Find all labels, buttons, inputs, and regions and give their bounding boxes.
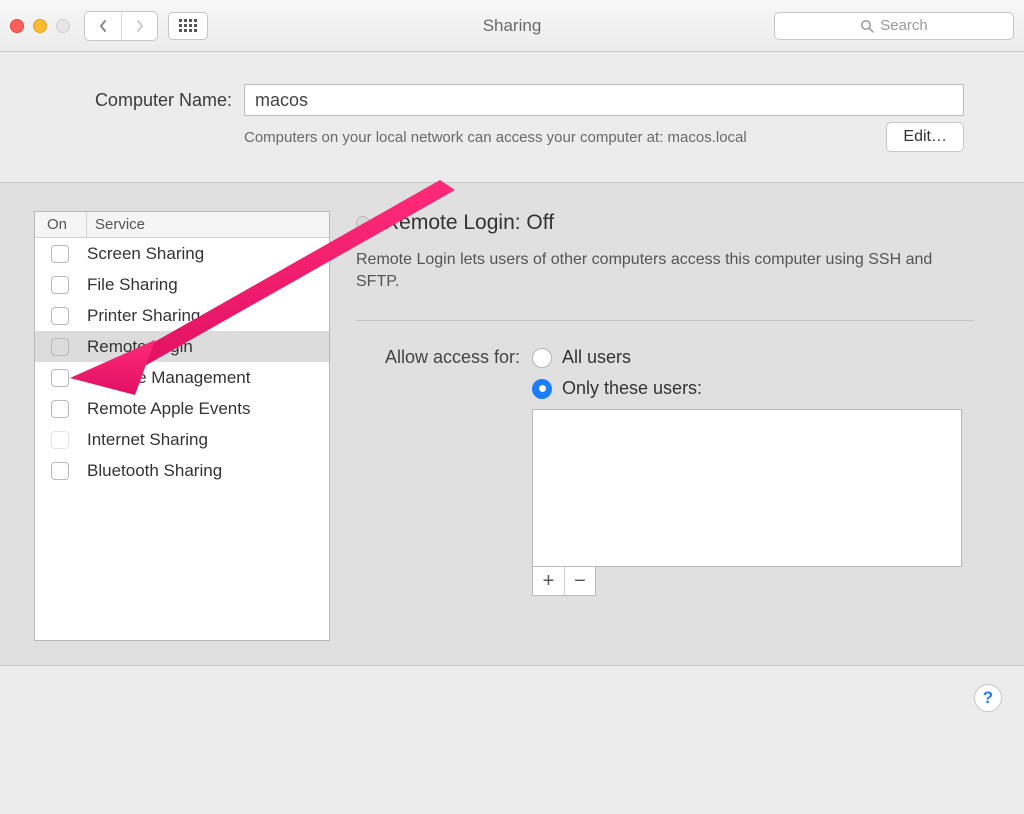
close-window-button[interactable] — [10, 19, 24, 33]
service-checkbox[interactable] — [51, 400, 69, 418]
window-controls — [10, 19, 70, 33]
allowed-users-list[interactable] — [532, 409, 962, 567]
status-title: Remote Login: Off — [384, 211, 554, 235]
toolbar: Sharing Search — [0, 0, 1024, 52]
computer-name-description: Computers on your local network can acce… — [244, 122, 874, 148]
help-button[interactable]: ? — [974, 684, 1002, 712]
status-description: Remote Login lets users of other compute… — [356, 249, 974, 321]
show-all-button[interactable] — [168, 12, 208, 40]
service-label: Remote Apple Events — [87, 399, 250, 419]
add-user-button[interactable]: + — [533, 567, 564, 595]
back-button[interactable] — [85, 12, 121, 40]
service-detail: Remote Login: Off Remote Login lets user… — [356, 211, 1000, 641]
search-icon — [860, 19, 874, 33]
column-on-header: On — [35, 212, 87, 237]
footer: ? — [0, 666, 1024, 736]
service-label: Screen Sharing — [87, 244, 204, 264]
service-row[interactable]: Remote Apple Events — [35, 393, 329, 424]
service-checkbox[interactable] — [51, 276, 69, 294]
edit-button[interactable]: Edit… — [886, 122, 964, 152]
computer-name-section: Computer Name: macos Computers on your l… — [0, 52, 1024, 182]
status-indicator-icon — [356, 216, 370, 230]
service-row[interactable]: Screen Sharing — [35, 238, 329, 269]
service-checkbox[interactable] — [51, 431, 69, 449]
service-label: Remote Login — [87, 337, 193, 357]
allow-all-users-option[interactable]: All users — [532, 347, 702, 368]
computer-name-label: Computer Name: — [60, 90, 232, 111]
radio-icon — [532, 348, 552, 368]
user-list-controls: + − — [532, 567, 596, 596]
service-row[interactable]: Internet Sharing — [35, 424, 329, 455]
service-checkbox[interactable] — [51, 245, 69, 263]
service-row[interactable]: Remote Login — [35, 331, 329, 362]
allow-access-label: Allow access for: — [356, 347, 520, 368]
question-icon: ? — [983, 688, 993, 708]
search-placeholder: Search — [880, 17, 928, 34]
allow-only-these-label: Only these users: — [562, 378, 702, 399]
service-row[interactable]: File Sharing — [35, 269, 329, 300]
allow-all-users-label: All users — [562, 347, 631, 368]
grid-icon — [179, 19, 197, 32]
service-label: Printer Sharing — [87, 306, 200, 326]
radio-icon — [532, 379, 552, 399]
minimize-window-button[interactable] — [33, 19, 47, 33]
plus-icon: + — [543, 570, 555, 593]
service-row[interactable]: Remote Management — [35, 362, 329, 393]
service-row[interactable]: Printer Sharing — [35, 300, 329, 331]
allow-only-these-option[interactable]: Only these users: — [532, 378, 702, 399]
minus-icon: − — [574, 570, 586, 593]
nav-buttons — [84, 11, 158, 41]
service-checkbox[interactable] — [51, 307, 69, 325]
chevron-right-icon — [135, 19, 145, 33]
chevron-left-icon — [98, 19, 108, 33]
search-field[interactable]: Search — [774, 12, 1014, 40]
forward-button[interactable] — [121, 12, 157, 40]
remove-user-button[interactable]: − — [564, 567, 595, 595]
service-checkbox[interactable] — [51, 462, 69, 480]
zoom-window-button — [56, 19, 70, 33]
service-label: Bluetooth Sharing — [87, 461, 222, 481]
service-label: File Sharing — [87, 275, 178, 295]
column-service-header: Service — [87, 212, 329, 237]
service-checkbox[interactable] — [51, 369, 69, 387]
service-label: Remote Management — [87, 368, 250, 388]
computer-name-input[interactable]: macos — [244, 84, 964, 116]
main-area: On Service Screen Sharing File Sharing Pri… — [0, 182, 1024, 666]
service-label: Internet Sharing — [87, 430, 208, 450]
service-list: On Service Screen Sharing File Sharing Pri… — [34, 211, 330, 641]
service-row[interactable]: Bluetooth Sharing — [35, 455, 329, 486]
service-checkbox[interactable] — [51, 338, 69, 356]
